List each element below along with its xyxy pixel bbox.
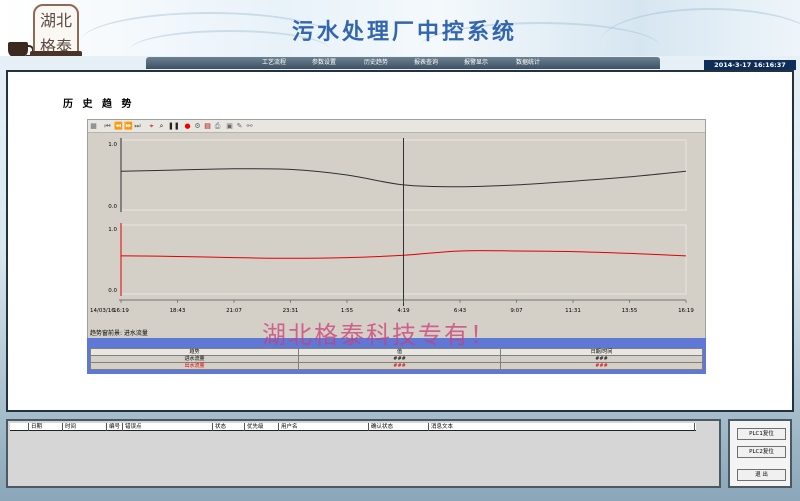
alarm-col-header[interactable]: 日期: [28, 423, 42, 431]
trend-toolbar: ▦ ⏮ ⏪ ⏩ ⏭ ⌖ ⌕ ❚❚ ● ⚙ ▤ ⎙ ▣ ✎ ⚯: [88, 120, 705, 133]
alarm-panel: 日期 时间 编号 错误点 状态 优先级 用户名 确认状态 消息文本: [6, 419, 721, 488]
alarm-col-header[interactable]: 时间: [62, 423, 76, 431]
connect-icon[interactable]: ⚯: [246, 122, 253, 130]
x-tick-label: 16:19: [113, 308, 129, 314]
trend-viewer: ▦ ⏮ ⏪ ⏩ ⏭ ⌖ ⌕ ❚❚ ● ⚙ ▤ ⎙ ▣ ✎ ⚯ 1.0 0.0 1.0…: [87, 119, 706, 342]
logo-line: 湖北: [39, 11, 72, 30]
stop-icon[interactable]: ●: [184, 122, 191, 130]
exit-button[interactable]: 退 出: [737, 469, 786, 481]
trend-chart: 1.00.01.00.014/03/1616:19 18:43 21:07 23:31…: [88, 134, 705, 328]
alarm-table-header: 日期 时间 编号 错误点 状态 优先级 用户名 确认状态 消息文本: [10, 423, 696, 431]
alarm-col-header[interactable]: 确认状态: [368, 423, 393, 431]
plc2-reset-button[interactable]: PLC2复位: [737, 446, 786, 458]
coffee-mug-icon: [8, 42, 34, 56]
nav-report-query[interactable]: 报表查询: [414, 57, 438, 69]
legend-cell: ###: [500, 362, 703, 370]
legend-cell: ###: [298, 355, 502, 363]
y-tick-label: 0.0: [108, 204, 117, 210]
legend-header: 日期/时间: [500, 348, 703, 356]
export-icon[interactable]: ▤: [204, 122, 211, 130]
alarm-col-header[interactable]: 状态: [212, 423, 226, 431]
y-tick-label: 1.0: [108, 142, 117, 148]
main-nav: 工艺流程 参数设置 历史趋势 报表查询 报警显示 数据统计: [146, 57, 660, 69]
alarm-col-header[interactable]: 编号: [106, 423, 120, 431]
x-tick-label: 9:07: [510, 308, 523, 314]
rewind-icon[interactable]: ⏪: [114, 122, 123, 130]
settings-icon[interactable]: ⚙: [194, 122, 201, 130]
x-tick-label: 1:55: [341, 308, 354, 314]
plc1-reset-button[interactable]: PLC1复位: [737, 428, 786, 440]
save-icon[interactable]: ▣: [226, 122, 233, 130]
last-icon[interactable]: ⏭: [134, 122, 141, 130]
control-button-panel: PLC1复位 PLC2复位 退 出: [728, 419, 792, 488]
table-icon[interactable]: ▦: [90, 122, 97, 130]
page-title: 历 史 趋 势: [63, 99, 135, 110]
nav-parameter-settings[interactable]: 参数设置: [312, 57, 336, 69]
legend-cell: 进水流量: [89, 355, 300, 363]
first-icon[interactable]: ⏮: [104, 122, 111, 130]
ruler-icon[interactable]: ⌖: [148, 122, 155, 130]
logo-base: [30, 51, 82, 56]
x-tick-label: 16:19: [678, 308, 694, 314]
legend-row[interactable]: 进水流量 ### ###: [89, 355, 703, 363]
watermark: 湖北格泰科技专有！: [262, 321, 496, 349]
app-window: 湖北 格泰 科技 污水处理厂中控系统 工艺流程 参数设置 历史趋势 报表查询 报…: [0, 0, 800, 501]
print-icon[interactable]: ⎙: [214, 122, 221, 130]
x-tick-label: 6:43: [454, 308, 467, 314]
nav-alarm-display[interactable]: 报警显示: [464, 57, 488, 69]
y-tick-label: 0.0: [108, 288, 117, 294]
legend-cell: 出水流量: [89, 362, 300, 370]
alarm-col-header[interactable]: 消息文本: [428, 423, 453, 431]
nav-process-flow[interactable]: 工艺流程: [262, 57, 286, 69]
history-trend-panel: 历 史 趋 势 ▦ ⏮ ⏪ ⏩ ⏭ ⌖ ⌕ ❚❚ ● ⚙ ▤ ⎙ ▣ ✎ ⚯ 1…: [6, 70, 794, 412]
company-logo: 湖北 格泰 科技: [33, 4, 79, 56]
legend-cell: ###: [500, 355, 703, 363]
x-tick-label: 4:19: [397, 308, 410, 314]
app-title: 污水处理厂中控系统: [292, 19, 518, 45]
nav-data-statistics[interactable]: 数据统计: [516, 57, 540, 69]
pause-icon[interactable]: ❚❚: [168, 122, 180, 130]
x-date-label: 14/03/16: [90, 308, 115, 314]
legend-cell: ###: [298, 362, 502, 370]
alarm-col-header[interactable]: 优先级: [244, 423, 264, 431]
zoom-icon[interactable]: ⌕: [158, 122, 165, 130]
trend-legend-table: 趋势 值 日期/时间 进水流量 ### ### 出水流量 ### ###: [89, 348, 703, 370]
x-tick-label: 21:07: [226, 308, 242, 314]
edit-icon[interactable]: ✎: [236, 122, 243, 130]
alarm-col-end: [694, 423, 695, 431]
nav-history-trend[interactable]: 历史趋势: [364, 57, 388, 69]
legend-row[interactable]: 出水流量 ### ###: [89, 362, 703, 370]
alarm-col-header[interactable]: 错误点: [122, 423, 142, 431]
x-tick-label: 11:31: [565, 308, 581, 314]
x-tick-label: 18:43: [170, 308, 186, 314]
y-tick-label: 1.0: [108, 227, 117, 233]
x-tick-label: 23:31: [283, 308, 299, 314]
alarm-col-header[interactable]: 用户名: [278, 423, 298, 431]
x-tick-label: 13:55: [622, 308, 638, 314]
forward-icon[interactable]: ⏩: [124, 122, 133, 130]
header: 湖北 格泰 科技 污水处理厂中控系统: [0, 0, 800, 56]
datetime-display: 2014-3-17 16:16:37: [704, 60, 796, 70]
